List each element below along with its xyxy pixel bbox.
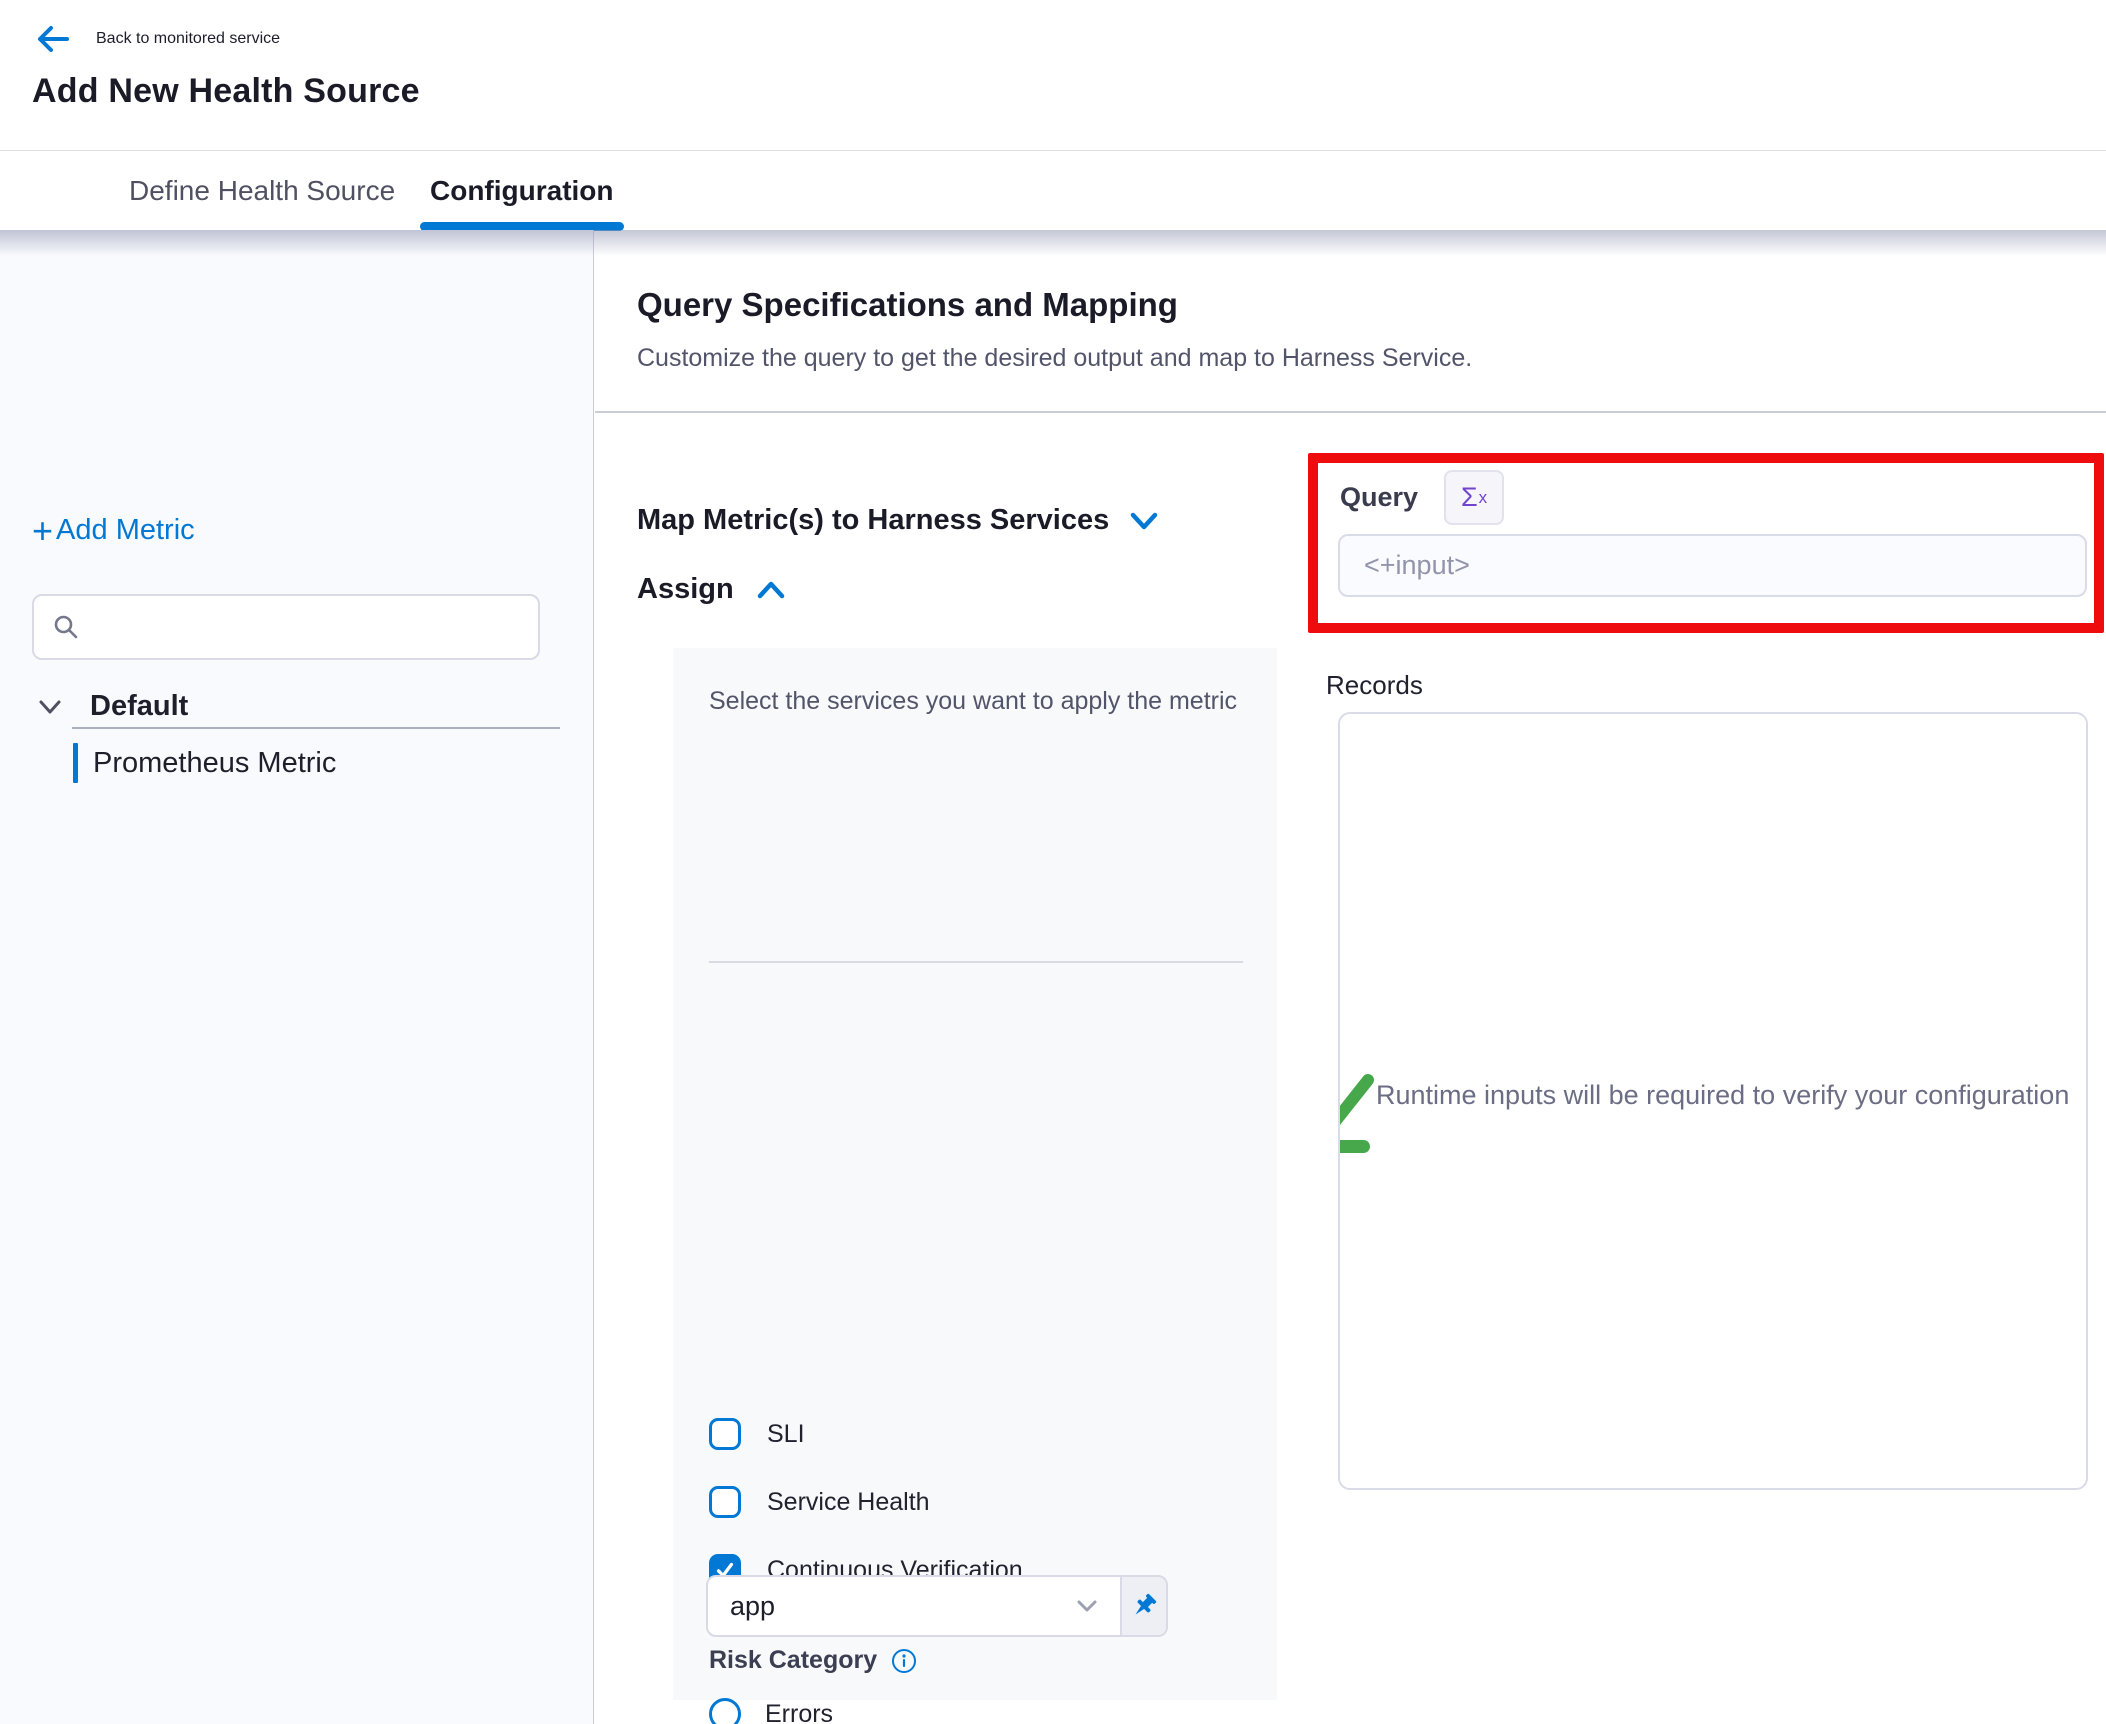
tab-configuration[interactable]: Configuration (430, 151, 614, 230)
chevron-down-icon (38, 699, 62, 715)
map-metrics-section-toggle[interactable]: Map Metric(s) to Harness Services (637, 504, 1159, 537)
query-header: Query Σx (1340, 470, 1504, 525)
tab-bar: Define Health Source Configuration (0, 150, 2106, 230)
checkbox-box (709, 1418, 741, 1450)
group-divider (72, 727, 560, 729)
add-metric-button[interactable]: + Add Metric (32, 514, 195, 547)
group-name: Default (90, 690, 188, 723)
back-link-label: Back to monitored service (96, 30, 280, 48)
section-divider (595, 411, 2106, 413)
plus-icon: + (32, 516, 53, 546)
page-section-subheading: Customize the query to get the desired o… (637, 344, 1472, 373)
back-to-monitored-service-link[interactable]: Back to monitored service (36, 24, 280, 54)
chevron-down-icon (1129, 511, 1159, 531)
search-icon (52, 613, 80, 641)
metric-group-default[interactable]: Default (38, 690, 188, 723)
query-label: Query (1340, 482, 1418, 513)
risk-category-header: Risk Category (709, 1646, 917, 1675)
checkbox-sli[interactable]: SLI (709, 1418, 805, 1450)
chevron-down-icon (1076, 1599, 1098, 1613)
sidebar-item-prometheus-metric[interactable]: Prometheus Metric (73, 743, 336, 783)
tab-define-health-source[interactable]: Define Health Source (129, 151, 395, 230)
records-label: Records (1326, 670, 1423, 701)
query-input-value: <+input> (1364, 550, 1470, 581)
pushpin-icon (1128, 1590, 1160, 1622)
page-section-heading: Query Specifications and Mapping (637, 286, 1178, 324)
service-instance-dropdown[interactable]: app (706, 1575, 1168, 1637)
checkbox-service-health[interactable]: Service Health (709, 1486, 930, 1518)
checkbox-box (709, 1486, 741, 1518)
records-panel: Runtime inputs will be required to verif… (1338, 712, 2088, 1490)
metric-search-box[interactable] (32, 594, 540, 660)
chevron-up-icon (756, 580, 786, 600)
search-input[interactable] (94, 612, 520, 643)
add-health-source-page: Back to monitored service Add New Health… (0, 0, 2106, 1724)
page-title: Add New Health Source (32, 72, 420, 111)
expression-builder-button[interactable]: Σx (1444, 470, 1504, 525)
panel-divider (709, 961, 1243, 963)
runtime-inputs-message: Runtime inputs will be required to verif… (1376, 1080, 2069, 1111)
query-input-field[interactable]: <+input> (1338, 534, 2087, 597)
arrow-left-icon (36, 24, 70, 54)
pin-runtime-input-button[interactable] (1120, 1577, 1166, 1635)
select-services-text: Select the services you want to apply th… (709, 684, 1249, 719)
info-icon[interactable] (891, 1648, 917, 1674)
selected-metric-indicator (73, 743, 78, 783)
dropdown-value: app (730, 1591, 1076, 1622)
metrics-sidebar: + Add Metric Default Prometheus Metric (0, 230, 594, 1724)
radio-errors[interactable]: Errors (709, 1698, 833, 1724)
runtime-input-icon (1338, 1062, 1380, 1158)
radio-circle (709, 1698, 741, 1724)
assign-section-toggle[interactable]: Assign (637, 573, 786, 606)
assign-panel: Select the services you want to apply th… (673, 648, 1277, 1700)
